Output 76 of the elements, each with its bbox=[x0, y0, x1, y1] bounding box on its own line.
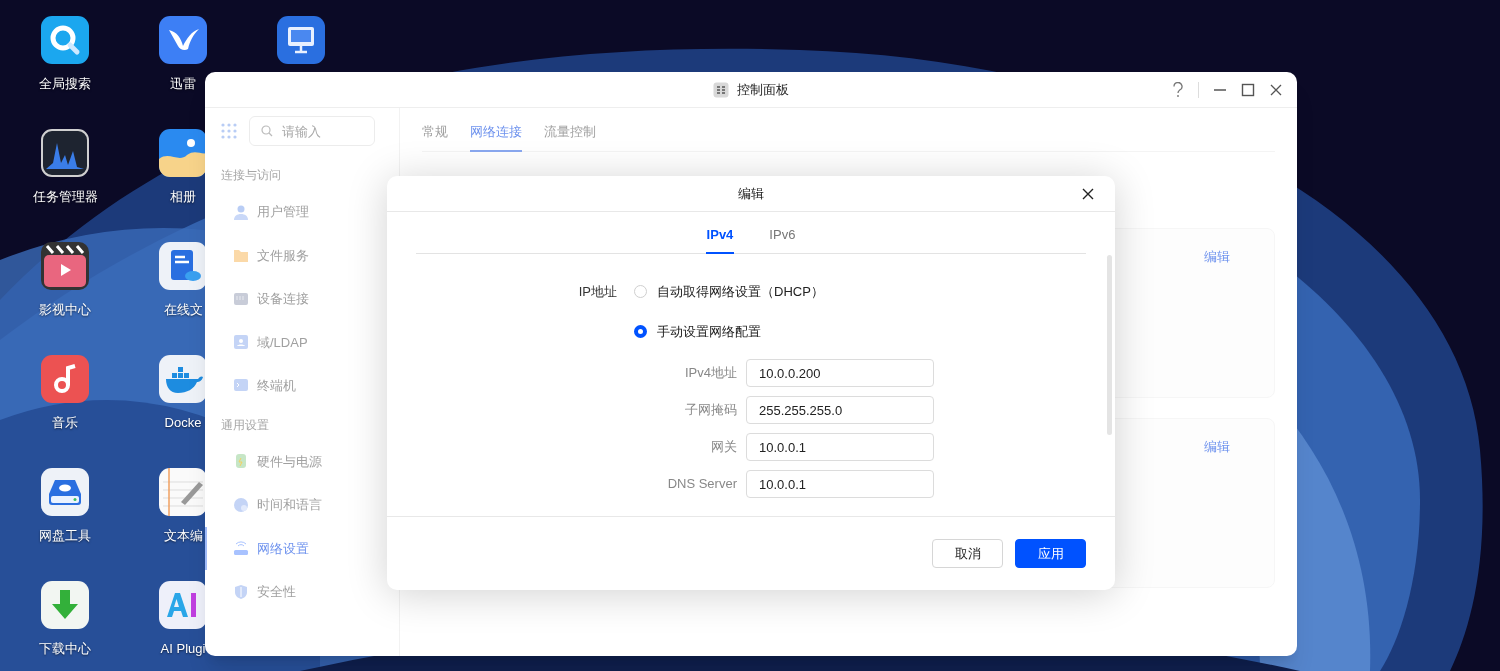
section-title: 通用设置 bbox=[221, 416, 270, 434]
battery-icon bbox=[233, 453, 249, 470]
input-field[interactable]: 10.0.0.1 bbox=[746, 433, 934, 461]
edit-link[interactable]: 编辑 bbox=[1204, 247, 1230, 265]
photos-app-icon[interactable] bbox=[159, 129, 207, 177]
field-label: 网关 bbox=[710, 438, 738, 457]
app-label: 任务管理器 bbox=[32, 188, 98, 206]
sidebar-item[interactable]: 文件服务 bbox=[205, 233, 375, 277]
sidebar-item[interactable]: 设备连接 bbox=[205, 277, 375, 321]
edit-link[interactable]: 编辑 bbox=[1204, 437, 1230, 455]
field-label: 子网掩码 bbox=[684, 401, 738, 420]
user-icon bbox=[233, 203, 249, 220]
tab[interactable]: 流量控制 bbox=[544, 122, 596, 152]
whale-app-icon[interactable] bbox=[159, 355, 207, 403]
close-icon[interactable] bbox=[1082, 188, 1094, 200]
dialog-title: 编辑 bbox=[738, 184, 764, 203]
input-field[interactable]: 255.255.255.0 bbox=[746, 396, 934, 424]
sidebar-item[interactable]: 硬件与电源 bbox=[205, 439, 375, 483]
sidebar-item[interactable]: 时间和语言 bbox=[205, 483, 375, 527]
app-label: 相册 bbox=[170, 188, 196, 206]
terminal-icon bbox=[233, 377, 249, 394]
activity-chart-app-icon[interactable] bbox=[41, 129, 89, 177]
app-label: 网盘工具 bbox=[39, 527, 91, 545]
input-field[interactable]: 10.0.0.1 bbox=[746, 470, 934, 498]
field-label: IPv4地址 bbox=[684, 364, 738, 383]
search-field[interactable]: 请输入 bbox=[249, 116, 375, 146]
field-label: IP地址 bbox=[577, 283, 618, 301]
close-icon[interactable] bbox=[1269, 83, 1283, 97]
shield-icon bbox=[233, 583, 249, 600]
app-label: 音乐 bbox=[52, 414, 78, 432]
option-label: 自动取得网络设置（DHCP） bbox=[657, 283, 824, 301]
device-icon bbox=[233, 290, 249, 307]
sidebar-item[interactable]: 网络设置 bbox=[205, 526, 375, 570]
tab[interactable]: IPv4 bbox=[705, 220, 735, 254]
id-card-icon bbox=[233, 334, 249, 351]
app-label: Docke bbox=[164, 414, 202, 432]
field-label: DNS Server bbox=[666, 475, 738, 494]
app-label: 文本编 bbox=[163, 527, 203, 545]
scrollbar[interactable] bbox=[1107, 255, 1112, 435]
app-label: 影视中心 bbox=[39, 301, 91, 319]
sidebar-item[interactable]: 域/LDAP bbox=[205, 320, 375, 364]
control-panel-icon bbox=[713, 81, 729, 98]
tab[interactable]: 常规 bbox=[422, 122, 448, 152]
folder-icon bbox=[233, 247, 249, 264]
radio-button[interactable] bbox=[634, 324, 647, 338]
sidebar-item[interactable]: 终端机 bbox=[205, 364, 375, 408]
drive-app-icon[interactable] bbox=[41, 468, 89, 516]
music-note-app-icon[interactable] bbox=[41, 355, 89, 403]
app-label: 在线文 bbox=[163, 301, 203, 319]
apply-button[interactable]: 应用 bbox=[1015, 539, 1086, 568]
sidebar-item[interactable]: 用户管理 bbox=[205, 190, 375, 234]
app-label: 全局搜索 bbox=[39, 75, 91, 93]
clapperboard-app-icon[interactable] bbox=[41, 242, 89, 290]
sidebar-item[interactable]: 安全性 bbox=[205, 570, 375, 614]
notepad-app-icon[interactable] bbox=[159, 468, 207, 516]
ai-app-icon[interactable] bbox=[159, 581, 207, 629]
maximize-icon[interactable] bbox=[1241, 83, 1255, 97]
cancel-button[interactable]: 取消 bbox=[932, 539, 1003, 568]
option-label: 手动设置网络配置 bbox=[657, 322, 761, 341]
search-icon bbox=[261, 125, 273, 137]
app-label: AI Plugi bbox=[160, 640, 206, 658]
tab[interactable]: IPv6 bbox=[768, 220, 797, 254]
bird-app-icon[interactable] bbox=[159, 16, 207, 64]
app-label: 迅雷 bbox=[170, 75, 196, 93]
tab[interactable]: 网络连接 bbox=[470, 122, 522, 152]
router-icon bbox=[233, 540, 249, 557]
app-label: 下载中心 bbox=[39, 640, 91, 658]
help-icon[interactable] bbox=[1172, 82, 1184, 98]
globe-icon bbox=[233, 496, 249, 513]
input-field[interactable]: 10.0.0.200 bbox=[746, 359, 934, 387]
monitor-app-icon[interactable] bbox=[277, 16, 325, 64]
section-title: 连接与访问 bbox=[221, 167, 282, 184]
download-arrow-app-icon[interactable] bbox=[41, 581, 89, 629]
search-app-icon[interactable] bbox=[41, 16, 89, 64]
document-app-icon[interactable] bbox=[159, 242, 207, 290]
window-title: 控制面板 bbox=[737, 80, 789, 99]
